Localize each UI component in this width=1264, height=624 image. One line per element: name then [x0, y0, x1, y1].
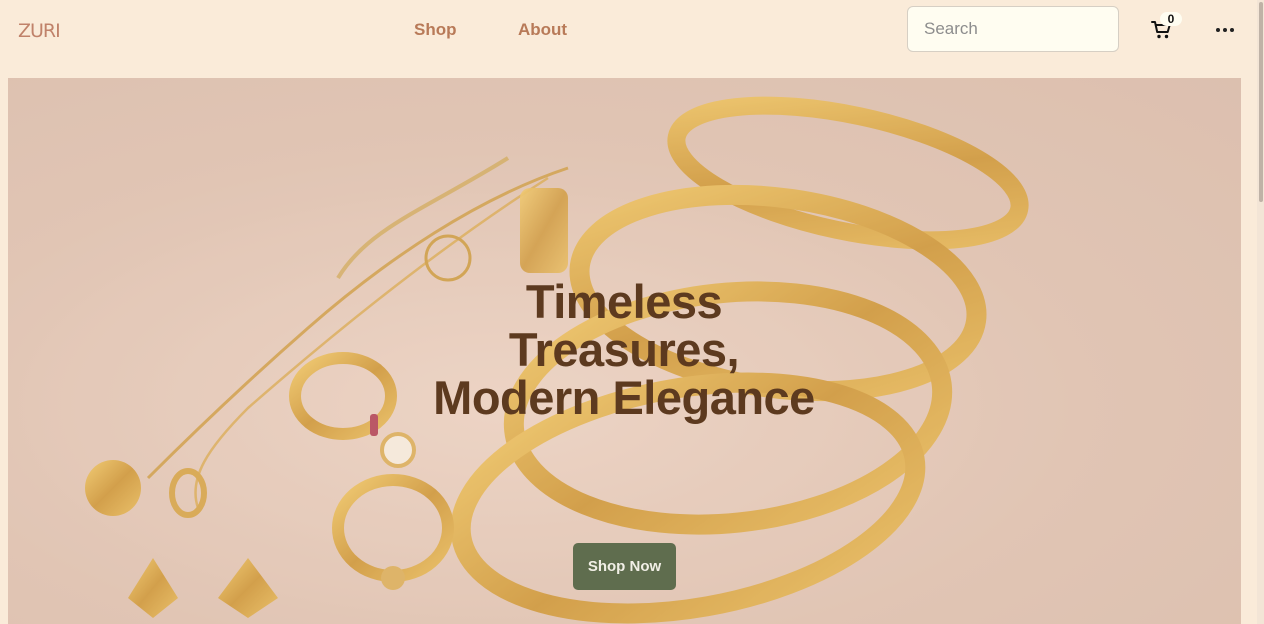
- hero-title-line: Modern Elegance: [433, 371, 815, 424]
- hero-title: Timeless Treasures, Modern Elegance: [324, 278, 924, 422]
- nav-link-shop[interactable]: Shop: [414, 20, 457, 40]
- cart-count-badge: 0: [1160, 12, 1182, 26]
- top-navbar: ZURI Shop About 0: [0, 0, 1264, 60]
- brand-logo[interactable]: ZURI: [18, 20, 61, 42]
- nav-link-about[interactable]: About: [518, 20, 567, 40]
- hero-title-line: Timeless: [525, 275, 723, 328]
- search-input[interactable]: [907, 6, 1119, 52]
- page-scrollbar-thumb[interactable]: [1259, 2, 1263, 202]
- hero-banner: Timeless Treasures, Modern Elegance Shop…: [8, 78, 1241, 624]
- hero-title-line: Treasures,: [508, 323, 740, 376]
- shop-now-button[interactable]: Shop Now: [573, 543, 676, 590]
- more-horizontal-icon[interactable]: [1214, 20, 1236, 40]
